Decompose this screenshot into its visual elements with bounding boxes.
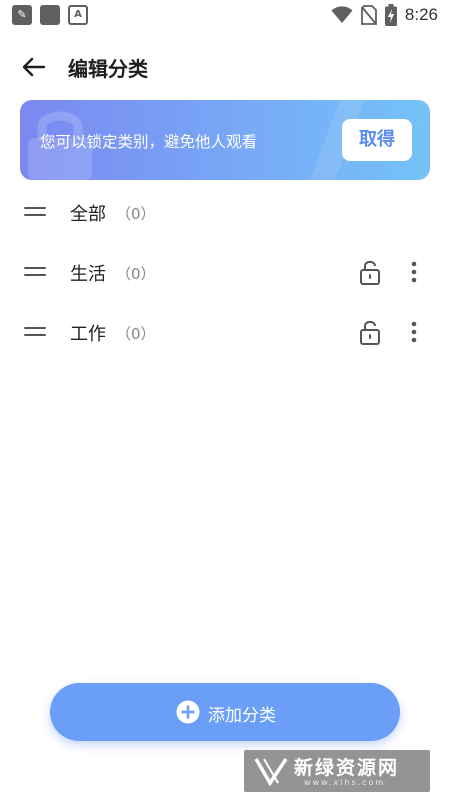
- category-name: 工作: [70, 324, 106, 345]
- lock-promo-banner: 您可以锁定类别，避免他人观看 取得: [20, 100, 430, 180]
- drag-handle-icon[interactable]: [24, 325, 46, 339]
- drag-handle-icon[interactable]: [24, 205, 46, 219]
- a-app-icon: A: [68, 5, 88, 25]
- drag-handle-icon[interactable]: [24, 265, 46, 279]
- add-category-label: 添加分类: [208, 706, 276, 726]
- category-row-all[interactable]: 全部 （0）: [0, 182, 450, 242]
- arrow-left-icon[interactable]: [18, 52, 48, 82]
- page-title: 编辑分类: [68, 57, 148, 81]
- square-app-icon: [40, 5, 60, 25]
- category-name: 全部: [70, 204, 106, 225]
- more-vertical-icon[interactable]: [404, 319, 424, 345]
- category-row-life[interactable]: 生活 （0）: [0, 242, 450, 302]
- add-category-button[interactable]: 添加分类: [50, 683, 400, 741]
- system-icons: 8:26: [331, 4, 438, 26]
- more-vertical-icon[interactable]: [404, 259, 424, 285]
- plus-circle-icon: [176, 700, 200, 724]
- category-row-work[interactable]: 工作 （0）: [0, 302, 450, 362]
- get-button[interactable]: 取得: [342, 119, 412, 161]
- category-count: （0）: [116, 205, 156, 223]
- category-count: （0）: [116, 265, 156, 283]
- edit-app-icon: ✎: [12, 5, 32, 25]
- lock-icon[interactable]: [358, 259, 382, 285]
- category-list: 全部 （0） 生活 （0） 工作 （0）: [0, 182, 450, 362]
- no-sim-icon: [361, 5, 377, 25]
- banner-message: 您可以锁定类别，避免他人观看: [40, 133, 258, 151]
- notification-icons: ✎ A: [12, 5, 88, 25]
- status-bar: ✎ A 8:26: [0, 0, 450, 32]
- lock-icon[interactable]: [358, 319, 382, 345]
- watermark-title: 新绿资源网: [294, 757, 400, 779]
- category-name: 生活: [70, 264, 106, 285]
- wifi-icon: [331, 6, 353, 23]
- category-count: （0）: [116, 325, 156, 343]
- watermark-logo-icon: [254, 758, 288, 786]
- site-watermark: 新绿资源网 www.xlhs.com: [244, 750, 430, 792]
- watermark-url: www.xlhs.com: [304, 778, 386, 787]
- clock: 8:26: [404, 5, 438, 24]
- battery-charging-icon: [384, 4, 397, 26]
- app-bar: 编辑分类: [0, 40, 450, 92]
